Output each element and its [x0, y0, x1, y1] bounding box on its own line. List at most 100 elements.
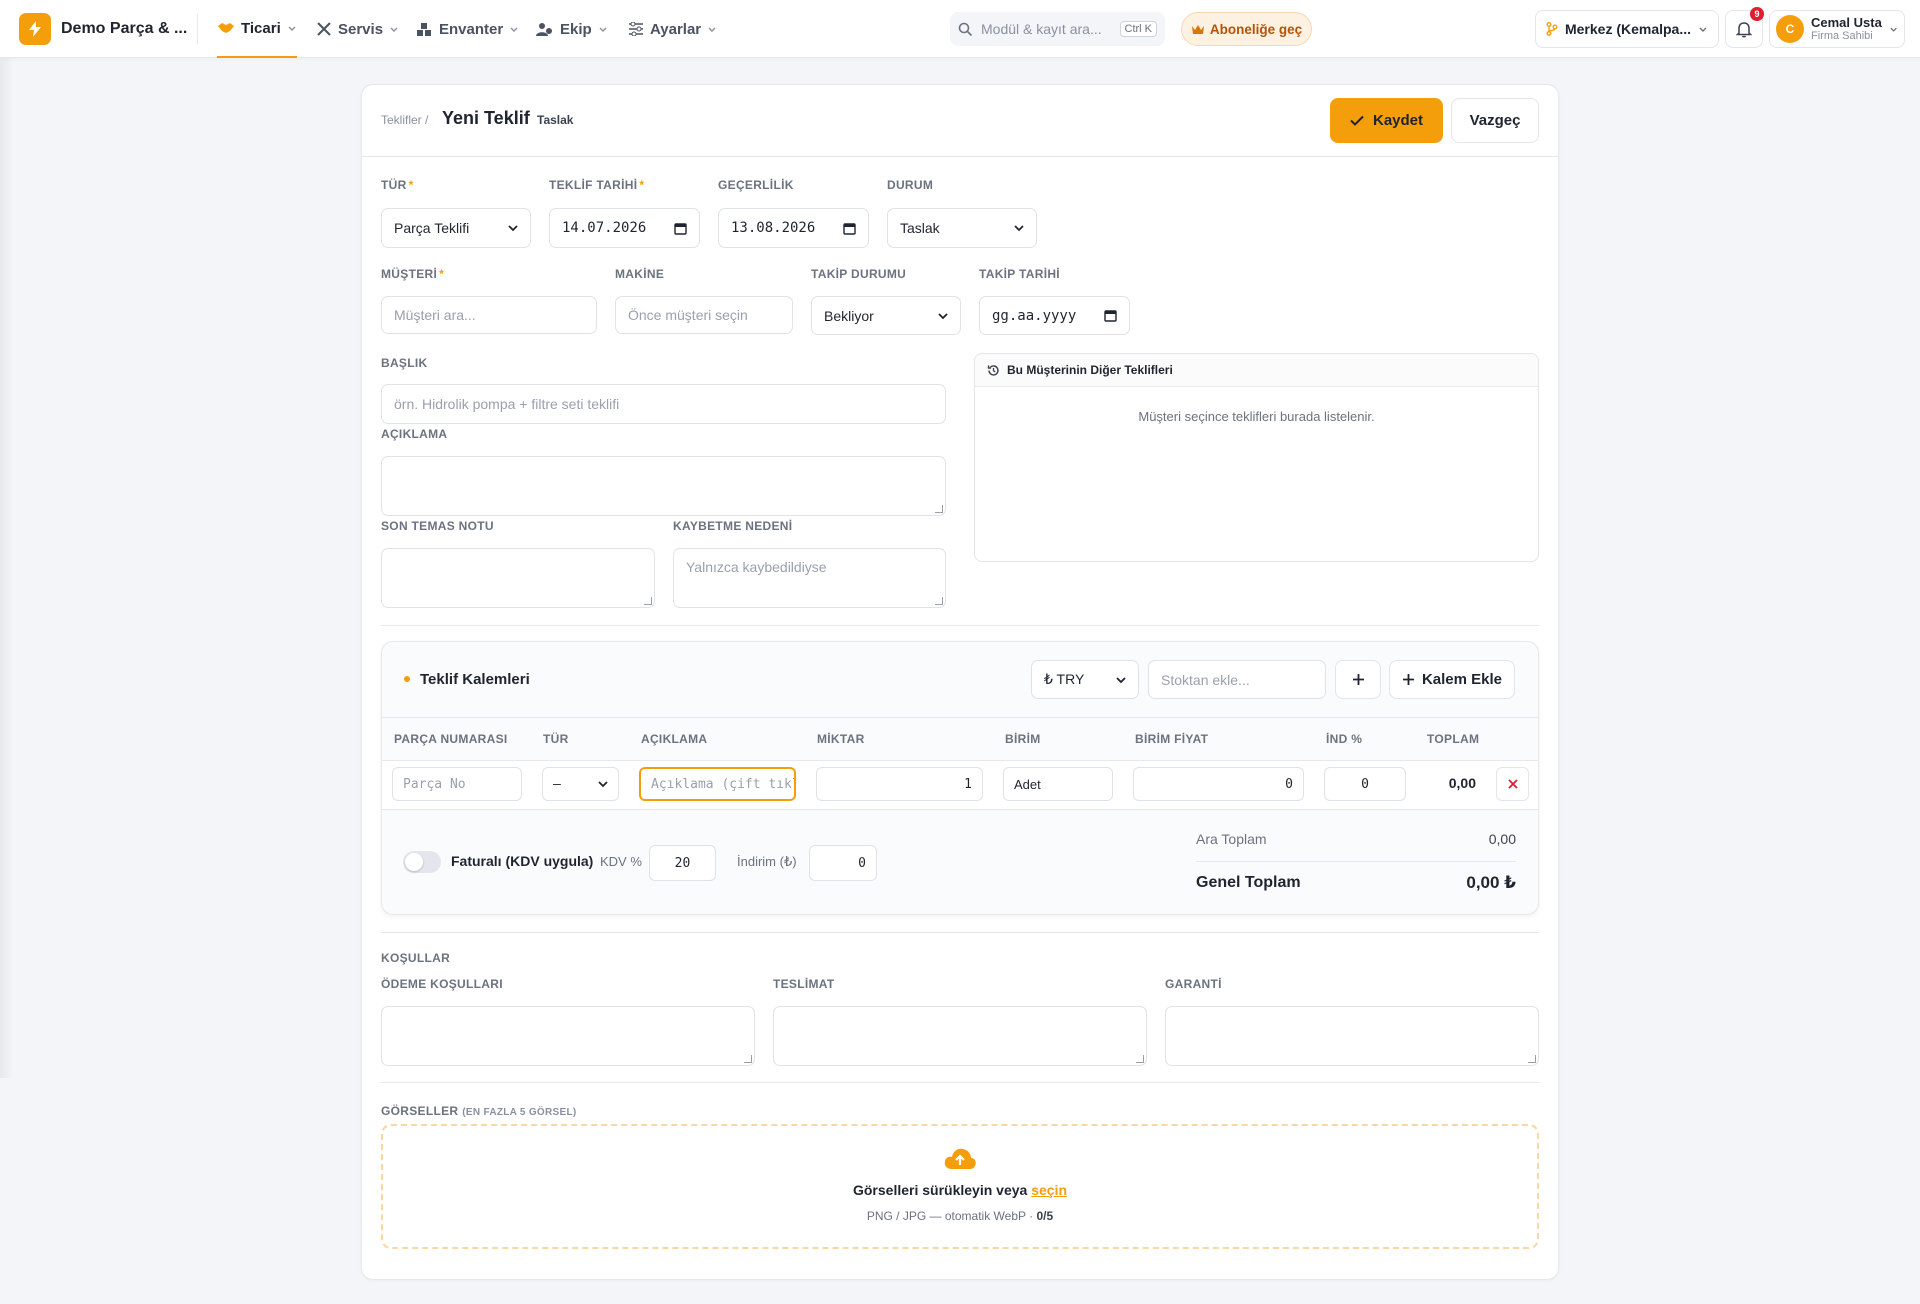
resize-handle[interactable] — [644, 597, 652, 605]
field-label-baslik: BAŞLIK — [381, 356, 428, 370]
choose-files-link[interactable]: seçin — [1031, 1182, 1067, 1198]
divider — [381, 932, 1539, 933]
takip-durumu-select[interactable]: Bekliyor — [811, 296, 961, 335]
bolt-logo-icon[interactable] — [19, 13, 51, 45]
nav-servis[interactable]: Servis — [316, 0, 399, 58]
other-offers-panel: Bu Müşterinin Diğer Teklifleri Müşteri s… — [974, 353, 1539, 562]
field-label-son-temas-notu: SON TEMAS NOTU — [381, 519, 494, 533]
calendar-icon[interactable] — [674, 222, 687, 235]
column-header: İND % — [1326, 732, 1363, 746]
item-type-value: — — [553, 776, 561, 792]
row-total: 0,00 — [1448, 775, 1476, 791]
save-button[interactable]: Kaydet — [1330, 98, 1443, 143]
images-section-title: GÖRSELLER (EN FAZLA 5 GÖRSEL) — [381, 1102, 577, 1118]
unit-input[interactable]: Adet — [1003, 767, 1113, 801]
discount-amount-input[interactable]: 0 — [809, 845, 877, 881]
empty-state-text: Müşteri seçince teklifleri burada listel… — [1138, 409, 1375, 424]
crown-icon — [1191, 25, 1204, 34]
chevron-down-icon — [598, 781, 608, 788]
nav-label: Ayarlar — [650, 20, 702, 38]
takip-tarihi-input[interactable]: gg.aa.yyyy — [979, 296, 1130, 335]
resize-handle[interactable] — [1528, 1055, 1536, 1063]
chevron-down-icon — [1699, 27, 1707, 32]
currency-select[interactable]: ₺ TRY — [1031, 660, 1139, 699]
label-text: MÜŞTERİ — [381, 267, 438, 281]
invoiced-toggle[interactable] — [403, 851, 441, 873]
stock-search-input[interactable]: Stoktan ekle... — [1148, 660, 1326, 699]
gecerlilik-input[interactable]: 13.08.2026 — [718, 208, 869, 248]
search-icon — [958, 22, 973, 36]
calendar-icon[interactable] — [1104, 309, 1117, 322]
branch-label: Merkez (Kemalpa... — [1564, 21, 1692, 37]
cancel-label: Vazgeç — [1469, 112, 1521, 129]
chevron-down-icon — [938, 312, 948, 319]
breadcrumb[interactable]: Teklifler / — [381, 113, 428, 127]
tur-select[interactable]: Parça Teklifi — [381, 208, 531, 248]
kaybetme-nedeni-textarea[interactable]: Yalnızca kaybedildiyse — [673, 548, 946, 608]
divider — [362, 156, 1558, 157]
resize-handle[interactable] — [1136, 1055, 1144, 1063]
makine-input[interactable]: Önce müşteri seçin — [615, 296, 793, 334]
musteri-search-input[interactable]: Müşteri ara... — [381, 296, 597, 334]
discount-percent-input[interactable]: 0 — [1324, 767, 1406, 801]
items-title: Teklif Kalemleri — [420, 671, 530, 688]
date-value: 13.08.2026 — [731, 220, 816, 236]
label-text: TÜR — [381, 178, 407, 192]
warranty-terms-textarea[interactable] — [1165, 1006, 1539, 1066]
subscribe-button[interactable]: Aboneliğe geç — [1181, 12, 1312, 46]
field-label-teklif-tarihi: TEKLİF TARİHİ * — [549, 178, 644, 192]
kdv-label: KDV % — [600, 854, 642, 869]
nav-ekip[interactable]: Ekip — [536, 0, 608, 58]
nav-ticari[interactable]: Ticari — [217, 0, 297, 58]
quantity-input[interactable]: 1 — [816, 767, 983, 801]
required-marker: * — [408, 178, 414, 192]
resize-handle[interactable] — [935, 597, 943, 605]
nav-label: Ticari — [241, 19, 281, 37]
cancel-button[interactable]: Vazgeç — [1451, 98, 1539, 143]
chevron-down-icon — [508, 225, 518, 232]
grand-total-label: Genel Toplam — [1196, 874, 1301, 891]
item-type-select[interactable]: — — [542, 767, 619, 801]
chevron-down-icon — [1014, 225, 1024, 232]
nav-envanter[interactable]: Envanter — [416, 0, 519, 58]
item-description-input[interactable]: Açıklama (çift tıkla düze — [639, 767, 796, 801]
team-icon — [536, 22, 552, 36]
page-title: Yeni Teklif — [442, 108, 530, 128]
aciklama-textarea[interactable] — [381, 456, 946, 516]
son-temas-notu-textarea[interactable] — [381, 548, 655, 608]
company-name[interactable]: Demo Parça & ... — [61, 20, 187, 38]
teklif-tarihi-input[interactable]: 14.07.2026 — [549, 208, 700, 248]
baslik-input[interactable]: örn. Hidrolik pompa + filtre seti teklif… — [381, 384, 946, 424]
field-label-musteri: MÜŞTERİ * — [381, 267, 444, 281]
unit-price-input[interactable]: 0 — [1133, 767, 1304, 801]
field-label-odeme: ÖDEME KOŞULLARI — [381, 977, 503, 991]
add-stock-button[interactable] — [1335, 660, 1381, 699]
user-menu[interactable]: C Cemal Usta Firma Sahibi — [1769, 10, 1905, 48]
grand-total-value: 0,00 ₺ — [1466, 873, 1516, 892]
add-item-button[interactable]: Kalem Ekle — [1389, 660, 1515, 699]
resize-handle[interactable] — [935, 505, 943, 513]
global-search[interactable]: Modül & kayıt ara... Ctrl K — [950, 12, 1165, 46]
subtotal-value: 0,00 — [1488, 831, 1516, 847]
kdv-input[interactable]: 20 — [649, 845, 716, 881]
search-shortcut: Ctrl K — [1119, 21, 1157, 37]
formats-text: PNG / JPG — otomatik WebP · — [866, 1209, 1034, 1223]
durum-select[interactable]: Taslak — [887, 208, 1037, 248]
resize-handle[interactable] — [744, 1055, 752, 1063]
part-number-input[interactable]: Parça No — [392, 767, 522, 801]
remove-row-button[interactable] — [1496, 767, 1529, 801]
calendar-icon[interactable] — [843, 222, 856, 235]
delivery-terms-textarea[interactable] — [773, 1006, 1147, 1066]
discount-amount-label: İndirim (₺) — [737, 854, 797, 869]
payment-terms-textarea[interactable] — [381, 1006, 755, 1066]
chevron-down-icon — [1116, 676, 1126, 683]
column-header: AÇIKLAMA — [641, 732, 708, 746]
branch-selector[interactable]: Merkez (Kemalpa... — [1535, 10, 1719, 48]
nav-label: Envanter — [439, 20, 504, 38]
chevron-down-icon — [510, 27, 518, 32]
wrench-icon — [317, 22, 331, 36]
field-label-aciklama: AÇIKLAMA — [381, 427, 448, 441]
nav-ayarlar[interactable]: Ayarlar — [628, 0, 717, 58]
section-dot — [404, 676, 410, 682]
bell-icon — [1736, 21, 1752, 37]
